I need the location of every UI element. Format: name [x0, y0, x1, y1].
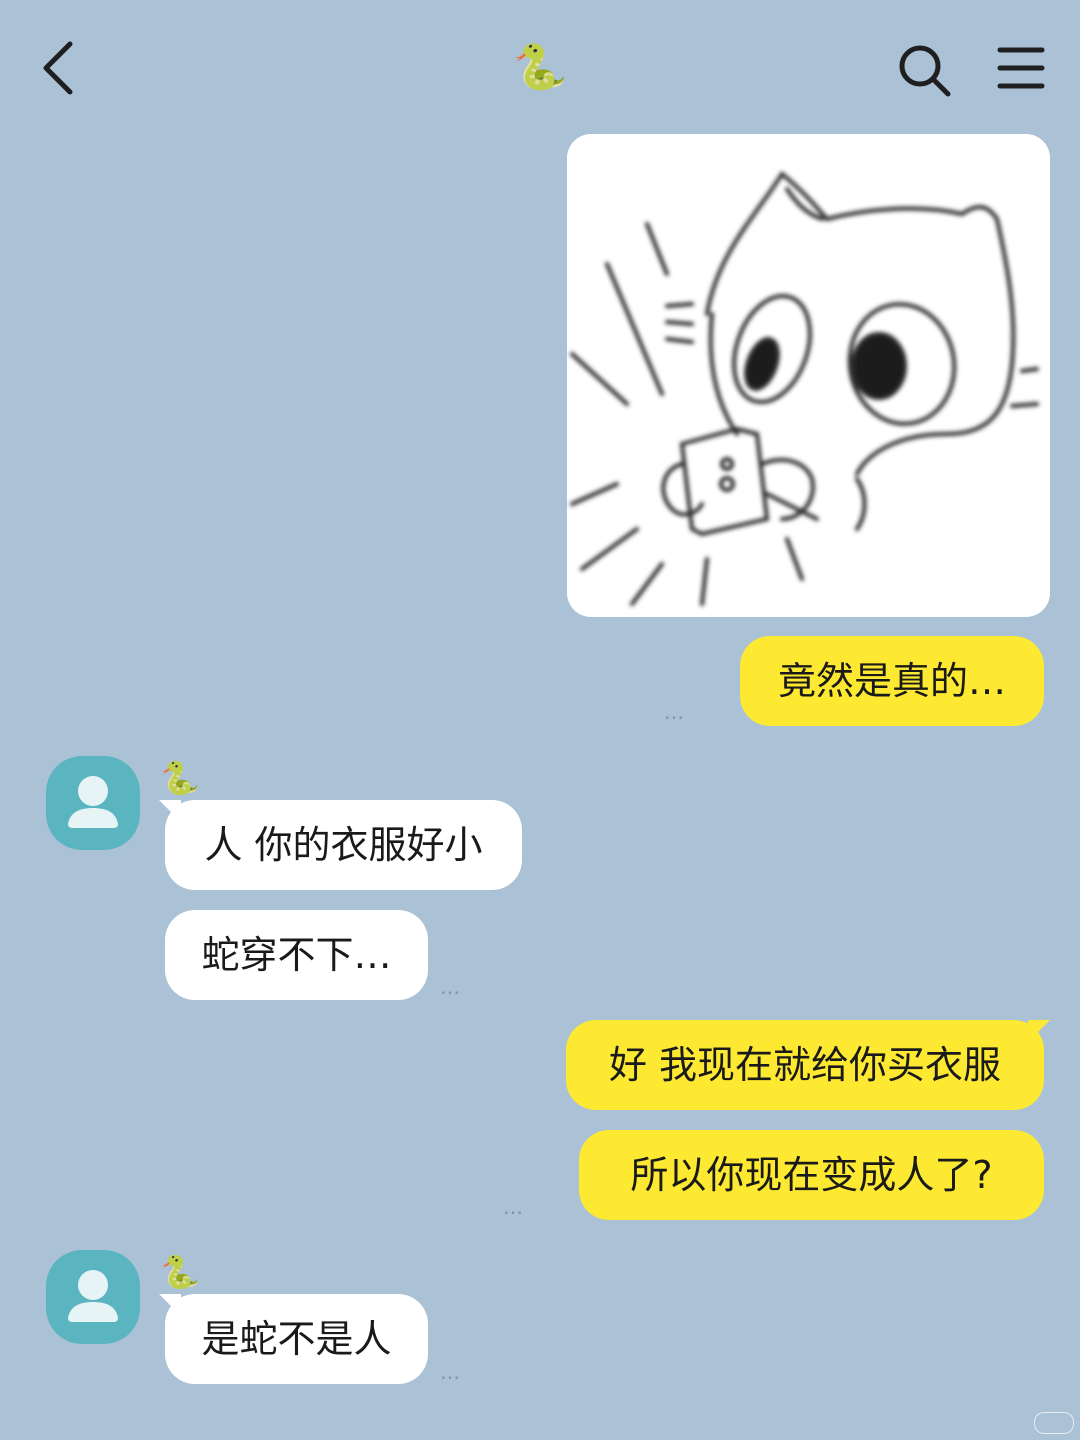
- message-text: 蛇穿不下…: [201, 933, 392, 977]
- message-text: 人 你的衣服好小: [204, 823, 483, 867]
- read-indicator: …: [503, 1195, 525, 1219]
- person-icon: [68, 1270, 118, 1322]
- read-indicator: …: [440, 975, 462, 999]
- message-bubble-theirs[interactable]: 蛇穿不下…: [165, 910, 428, 1000]
- sender-name: 🐍: [160, 759, 200, 797]
- back-button[interactable]: [30, 36, 90, 100]
- message-text: 好 我现在就给你买衣服: [608, 1043, 1002, 1087]
- message-bubble-mine[interactable]: 所以你现在变成人了?: [579, 1130, 1044, 1220]
- hamburger-menu-icon: [997, 47, 1045, 89]
- message-bubble-theirs[interactable]: 人 你的衣服好小: [165, 800, 522, 890]
- message-bubble-mine[interactable]: 好 我现在就给你买衣服: [566, 1020, 1044, 1110]
- message-bubble-theirs[interactable]: 是蛇不是人: [165, 1294, 428, 1384]
- chat-title: 🐍: [512, 42, 568, 93]
- sticker-image-message[interactable]: [567, 134, 1050, 617]
- read-indicator: …: [440, 1360, 462, 1384]
- search-button[interactable]: [892, 38, 956, 102]
- search-icon: [899, 45, 951, 97]
- watermark: [1034, 1412, 1074, 1434]
- surprised-cat-sticker-icon: [570, 171, 1039, 606]
- message-text: 竟然是真的…: [777, 659, 1006, 703]
- menu-button[interactable]: [990, 40, 1052, 96]
- read-indicator: …: [664, 700, 686, 724]
- person-icon: [68, 776, 118, 828]
- chevron-left-icon: [43, 41, 73, 95]
- avatar[interactable]: [46, 1250, 140, 1344]
- message-bubble-mine[interactable]: 竟然是真的…: [740, 636, 1044, 726]
- sender-name: 🐍: [160, 1253, 200, 1291]
- avatar[interactable]: [46, 756, 140, 850]
- message-text: 是蛇不是人: [201, 1317, 392, 1361]
- top-bar: 🐍: [0, 0, 1080, 130]
- message-text: 所以你现在变成人了?: [630, 1153, 993, 1197]
